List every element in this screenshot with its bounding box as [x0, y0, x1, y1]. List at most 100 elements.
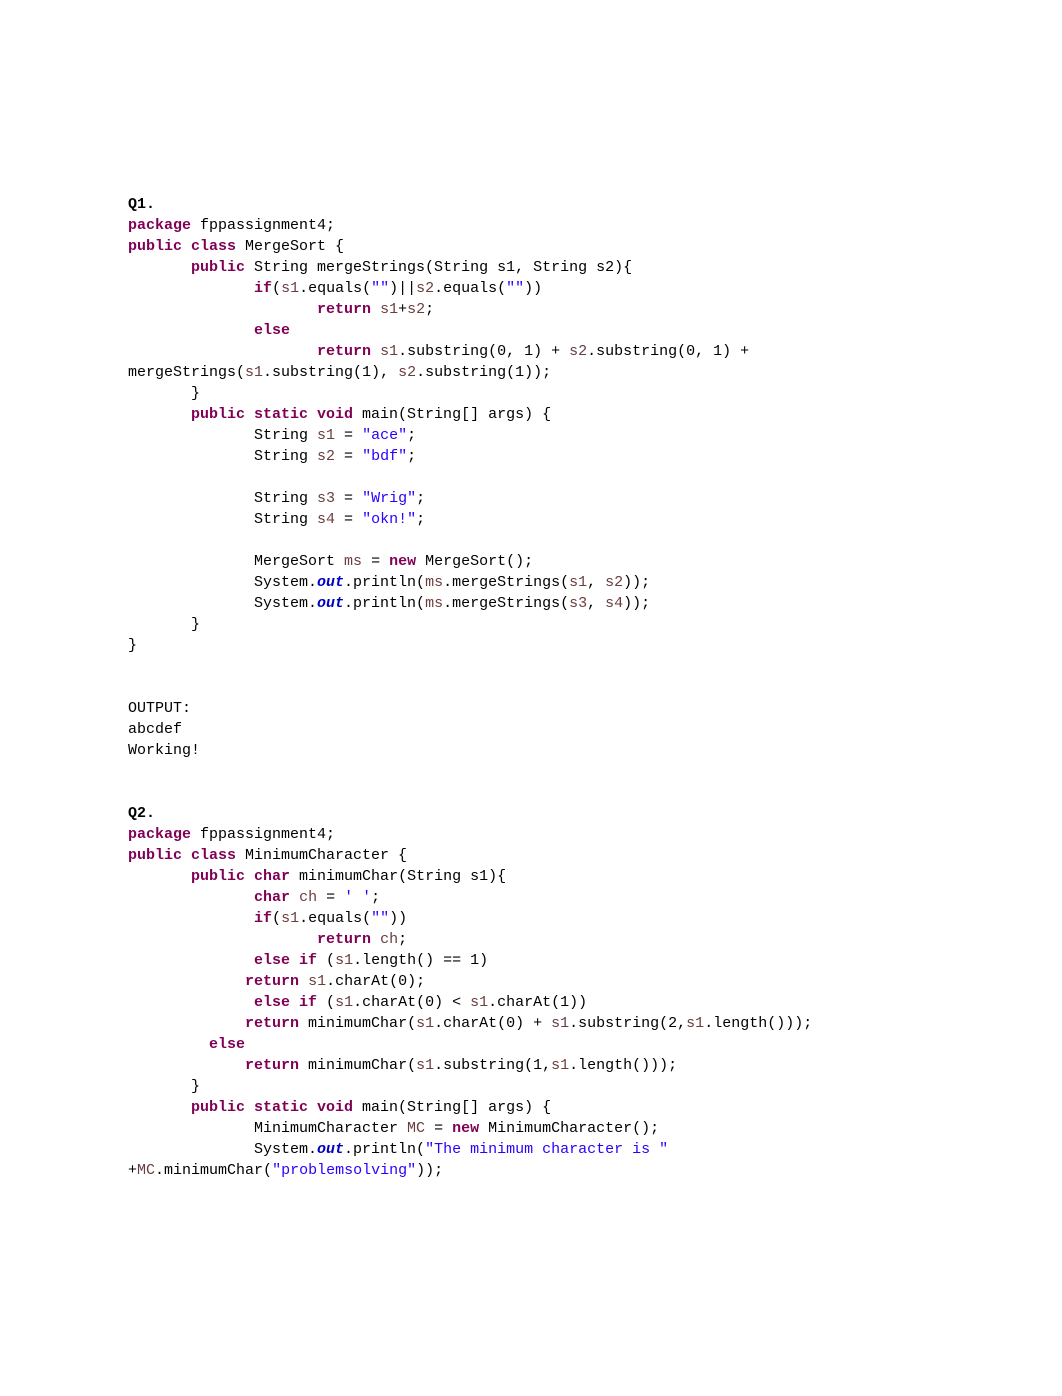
code-token: String [128, 448, 317, 465]
code-token: s1 [686, 1015, 704, 1032]
question-2-heading: Q2. [128, 805, 155, 822]
code-token: s1 [416, 1015, 434, 1032]
code-token: ( [272, 910, 281, 927]
code-token: s1 [317, 427, 335, 444]
code-token: s1 [335, 952, 353, 969]
code-token: s2 [407, 301, 425, 318]
code-token: String [128, 511, 317, 528]
code-token: = [335, 490, 362, 507]
code-token: .println( [344, 595, 425, 612]
code-token: s1 [551, 1015, 569, 1032]
code-token: public class [128, 238, 236, 255]
code-token: = [425, 1120, 452, 1137]
code-token: ; [407, 448, 416, 465]
code-token [371, 343, 380, 360]
output-line: Working! [128, 742, 200, 759]
code-token: s2 [416, 280, 434, 297]
code-token [128, 280, 254, 297]
code-token: ; [425, 301, 434, 318]
code-token: s3 [569, 595, 587, 612]
code-token: return [245, 973, 299, 990]
code-token: )); [623, 595, 650, 612]
code-token: MinimumCharacter [128, 1120, 407, 1137]
code-token: ms [425, 574, 443, 591]
code-token: fppassignment4; [191, 217, 335, 234]
code-token [128, 259, 191, 276]
code-token: .substring(1), [263, 364, 398, 381]
code-token [128, 994, 254, 1011]
code-token: String [128, 490, 317, 507]
code-token [371, 301, 380, 318]
code-document: Q1. package fppassignment4; public class… [128, 194, 934, 1181]
code-token: String mergeStrings(String s1, String s2… [245, 259, 632, 276]
code-token: , [587, 595, 605, 612]
code-token: .charAt(0) < [353, 994, 470, 1011]
code-token: .charAt(1)) [488, 994, 587, 1011]
code-token: "okn!" [362, 511, 416, 528]
code-token: public static void [191, 1099, 353, 1116]
code-token: s2 [569, 343, 587, 360]
code-token: + [128, 1162, 137, 1179]
code-token: .mergeStrings( [443, 574, 569, 591]
code-token: ; [407, 427, 416, 444]
code-token: .println( [344, 1141, 425, 1158]
code-token: ms [344, 553, 362, 570]
code-token: s1 [470, 994, 488, 1011]
code-token: ch [380, 931, 398, 948]
code-token: } [128, 637, 137, 654]
code-token: "" [506, 280, 524, 297]
code-token: )); [416, 1162, 443, 1179]
code-token: else [254, 322, 290, 339]
code-token [128, 1015, 245, 1032]
code-token: )) [524, 280, 542, 297]
code-token: s4 [605, 595, 623, 612]
output-label: OUTPUT: [128, 700, 191, 717]
code-token: ch [299, 889, 317, 906]
code-token: .substring(0, 1) + [398, 343, 569, 360]
code-token: = [335, 511, 362, 528]
code-token: System. [128, 1141, 317, 1158]
code-token: public [191, 259, 245, 276]
code-token: s2 [398, 364, 416, 381]
code-token: s1 [308, 973, 326, 990]
code-token: MergeSort [128, 553, 344, 570]
code-token: fppassignment4; [191, 826, 335, 843]
code-token: return [317, 301, 371, 318]
code-token: .length())); [704, 1015, 812, 1032]
code-token [128, 343, 317, 360]
output-line: abcdef [128, 721, 182, 738]
code-token: s1 [416, 1057, 434, 1074]
code-token: minimumChar(String s1){ [290, 868, 506, 885]
code-token: = [335, 427, 362, 444]
code-token: "problemsolving" [272, 1162, 416, 1179]
code-token: s1 [551, 1057, 569, 1074]
code-token: char [254, 889, 290, 906]
code-token: MergeSort(); [416, 553, 533, 570]
code-token: , [587, 574, 605, 591]
code-token: mergeStrings( [128, 364, 245, 381]
code-token: .equals( [299, 910, 371, 927]
code-token: if [254, 910, 272, 927]
code-token: MergeSort { [236, 238, 344, 255]
code-token: ms [425, 595, 443, 612]
code-token: .substring(2, [569, 1015, 686, 1032]
code-token: return [317, 343, 371, 360]
code-token: "Wrig" [362, 490, 416, 507]
code-token: "ace" [362, 427, 407, 444]
code-token: main(String[] args) { [353, 1099, 551, 1116]
code-token: s3 [317, 490, 335, 507]
code-token: } [128, 1078, 200, 1095]
code-token: )|| [389, 280, 416, 297]
code-token: .equals( [299, 280, 371, 297]
code-token: package [128, 217, 191, 234]
code-token [128, 889, 254, 906]
code-token: "The minimum character is " [425, 1141, 668, 1158]
code-token: MinimumCharacter(); [479, 1120, 659, 1137]
code-token: main(String[] args) { [353, 406, 551, 423]
code-token: MC [407, 1120, 425, 1137]
code-token: else if [254, 994, 317, 1011]
code-token: "bdf" [362, 448, 407, 465]
code-token: = [362, 553, 389, 570]
code-token: new [452, 1120, 479, 1137]
code-token: + [398, 301, 407, 318]
